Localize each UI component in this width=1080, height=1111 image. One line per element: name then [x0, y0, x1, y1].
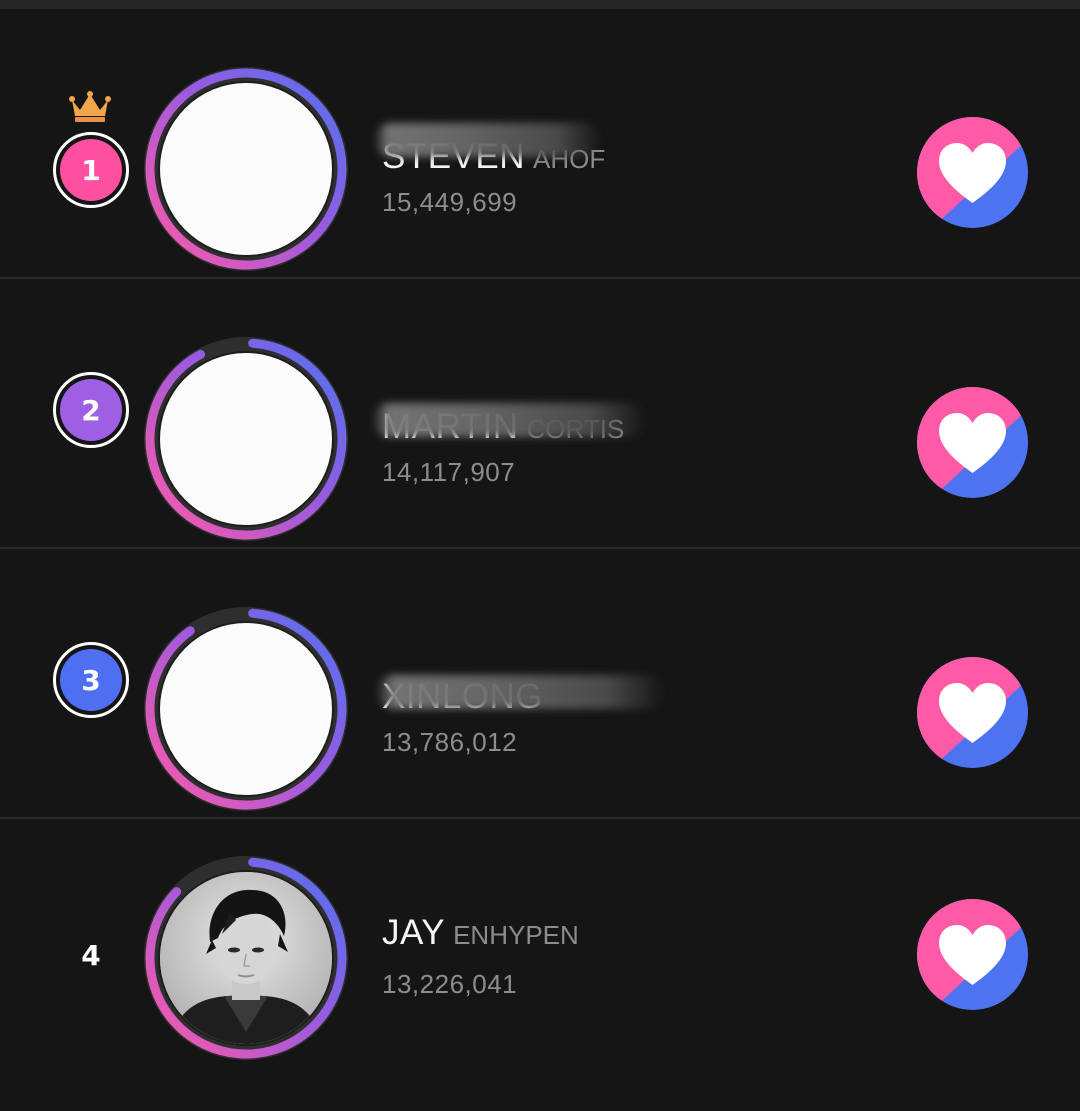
avatar-photo-placeholder — [160, 353, 332, 525]
avatar-photo-placeholder — [160, 623, 332, 795]
ranking-row[interactable]: 2 MARTINCORTIS 14,117,907 — [0, 279, 1080, 549]
vote-heart-button[interactable] — [917, 657, 1028, 768]
ranking-row[interactable]: 4 JAY ENHYPEN 13,226,041 — [0, 819, 1080, 1089]
rank-badge: 3 — [53, 642, 129, 718]
avatar-photo-placeholder — [160, 83, 332, 255]
rank-wrap: 4 — [53, 917, 129, 993]
heart-vote-icon — [917, 117, 1028, 228]
rank-number: 3 — [60, 649, 122, 711]
heart-vote-icon — [917, 899, 1028, 1010]
ranking-list: 1 STEVENAHOF 15,449,699 2 MA — [0, 9, 1080, 1089]
avatar-photo — [160, 872, 332, 1044]
name-line: JAY ENHYPEN — [382, 913, 579, 953]
portrait-photo — [160, 872, 332, 1044]
avatar[interactable] — [140, 63, 352, 275]
vote-count: 14,117,907 — [382, 457, 516, 487]
ranking-row[interactable]: 3 XINLONG 13,786,012 — [0, 549, 1080, 819]
vote-heart-button[interactable] — [917, 117, 1028, 228]
avatar[interactable] — [140, 852, 352, 1064]
vote-count: 13,226,041 — [382, 969, 518, 999]
idol-name: JAY — [382, 913, 446, 952]
name-blur-mask — [376, 675, 664, 709]
avatar[interactable] — [140, 333, 352, 545]
rank-badge-wrap: 3 — [53, 642, 129, 718]
group-name: ENHYPEN — [453, 920, 579, 950]
vote-heart-button[interactable] — [917, 899, 1028, 1010]
name-blur-mask — [372, 403, 646, 437]
name-blur-mask — [374, 123, 602, 157]
rank-number: 2 — [60, 379, 122, 441]
rank-badge: 2 — [53, 372, 129, 448]
rank-badge: 1 — [53, 132, 129, 208]
rank-badge-wrap: 2 — [53, 372, 129, 448]
heart-vote-icon — [917, 387, 1028, 498]
ranking-row[interactable]: 1 STEVENAHOF 15,449,699 — [0, 9, 1080, 279]
heart-vote-icon — [917, 657, 1028, 768]
vote-count: 15,449,699 — [382, 187, 518, 217]
top-edge-bar — [0, 0, 1080, 9]
avatar[interactable] — [140, 603, 352, 815]
rank-badge-wrap: 1 — [53, 91, 129, 208]
vote-count: 13,786,012 — [382, 727, 518, 757]
rank-number: 1 — [60, 139, 122, 201]
vote-heart-button[interactable] — [917, 387, 1028, 498]
crown-icon — [69, 91, 111, 122]
rank-number: 4 — [81, 938, 101, 972]
